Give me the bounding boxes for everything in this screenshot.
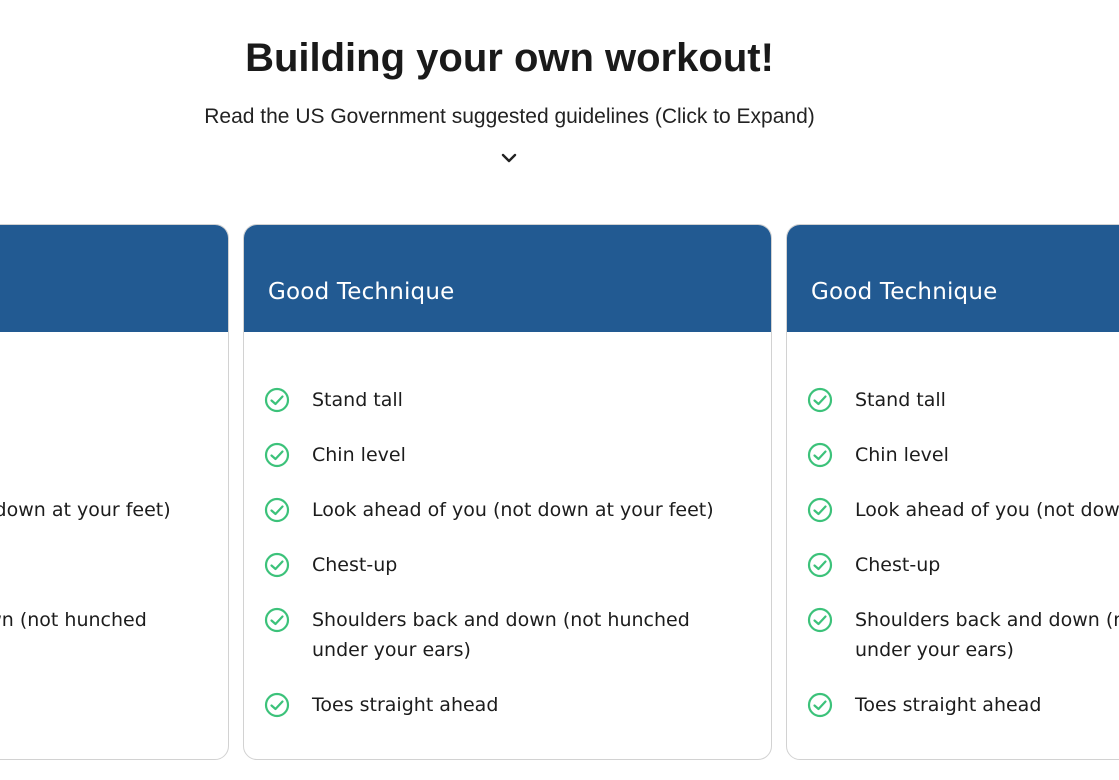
list-item-text: Look ahead of you (not down at your feet…	[855, 499, 1119, 521]
list-item-text: Shoulders back and down (not hunched und…	[312, 609, 690, 661]
technique-list: Stand tall Chin level Look ahead of you (n…	[807, 385, 1119, 745]
list-item: Stand tall	[807, 385, 1119, 415]
list-item: Look ahead of you (not down at your feet…	[264, 495, 751, 525]
list-item-text: Stand tall	[855, 389, 946, 411]
technique-card: Good Technique Stand tall Chin level Look a…	[786, 224, 1119, 760]
check-circle-icon	[807, 692, 833, 718]
list-item: Toes straight ahead	[807, 690, 1119, 720]
check-circle-icon	[807, 552, 833, 578]
list-item: Chin level	[264, 440, 751, 470]
list-item: Chin level	[807, 440, 1119, 470]
chevron-down-icon[interactable]	[499, 148, 519, 168]
check-circle-icon	[264, 552, 290, 578]
list-item-text: Toes straight ahead	[855, 694, 1042, 716]
list-item-text: Shoulders back and down (not hunched und…	[0, 609, 147, 631]
list-item-text: Toes straight ahead	[312, 694, 499, 716]
check-circle-icon	[807, 497, 833, 523]
list-item: Look ahead of you (not down at your feet…	[0, 495, 208, 525]
list-item: Stand tall	[0, 385, 208, 415]
list-item: Chest-up	[264, 550, 751, 580]
list-item: Chest-up	[0, 550, 208, 580]
check-circle-icon	[264, 497, 290, 523]
card-title: Good Technique	[268, 279, 455, 305]
technique-list: Stand tall Chin level Look ahead of you (n…	[0, 385, 208, 745]
list-item: Shoulders back and down (not hunched und…	[0, 605, 208, 665]
check-circle-icon	[264, 387, 290, 413]
check-circle-icon	[264, 442, 290, 468]
list-item-text: Look ahead of you (not down at your feet…	[312, 499, 714, 521]
list-item-text: Look ahead of you (not down at your feet…	[0, 499, 171, 521]
check-circle-icon	[264, 692, 290, 718]
list-item-text: Chest-up	[312, 554, 398, 576]
list-item: Shoulders back and down (not hunched und…	[807, 605, 1119, 665]
technique-card: Good Technique Stand tall Chin level Look a…	[243, 224, 772, 760]
page: Building your own workout! Read the US G…	[0, 0, 1119, 780]
list-item-text: Shoulders back and down (not hunched und…	[855, 609, 1119, 661]
list-item-text: Chest-up	[855, 554, 941, 576]
list-item-text: Stand tall	[312, 389, 403, 411]
card-header: Good Technique	[244, 225, 771, 332]
guidelines-expand-link[interactable]: Read the US Government suggested guideli…	[0, 104, 1019, 130]
card-header: Good Technique	[787, 225, 1119, 332]
technique-card: Good Technique Stand tall Chin level Look a…	[0, 224, 229, 760]
check-circle-icon	[264, 607, 290, 633]
list-item: Toes straight ahead	[0, 690, 208, 720]
check-circle-icon	[807, 387, 833, 413]
list-item-text: Chin level	[312, 444, 406, 466]
card-title: Good Technique	[811, 279, 998, 305]
list-item: Toes straight ahead	[264, 690, 751, 720]
list-item: Chest-up	[807, 550, 1119, 580]
list-item: Chin level	[0, 440, 208, 470]
list-item-text: Chin level	[855, 444, 949, 466]
list-item: Look ahead of you (not down at your feet…	[807, 495, 1119, 525]
check-circle-icon	[807, 442, 833, 468]
list-item: Shoulders back and down (not hunched und…	[264, 605, 751, 665]
check-circle-icon	[807, 607, 833, 633]
page-title: Building your own workout!	[245, 36, 774, 80]
technique-list: Stand tall Chin level Look ahead of you (n…	[264, 385, 751, 745]
list-item: Stand tall	[264, 385, 751, 415]
card-header: Good Technique	[0, 225, 228, 332]
